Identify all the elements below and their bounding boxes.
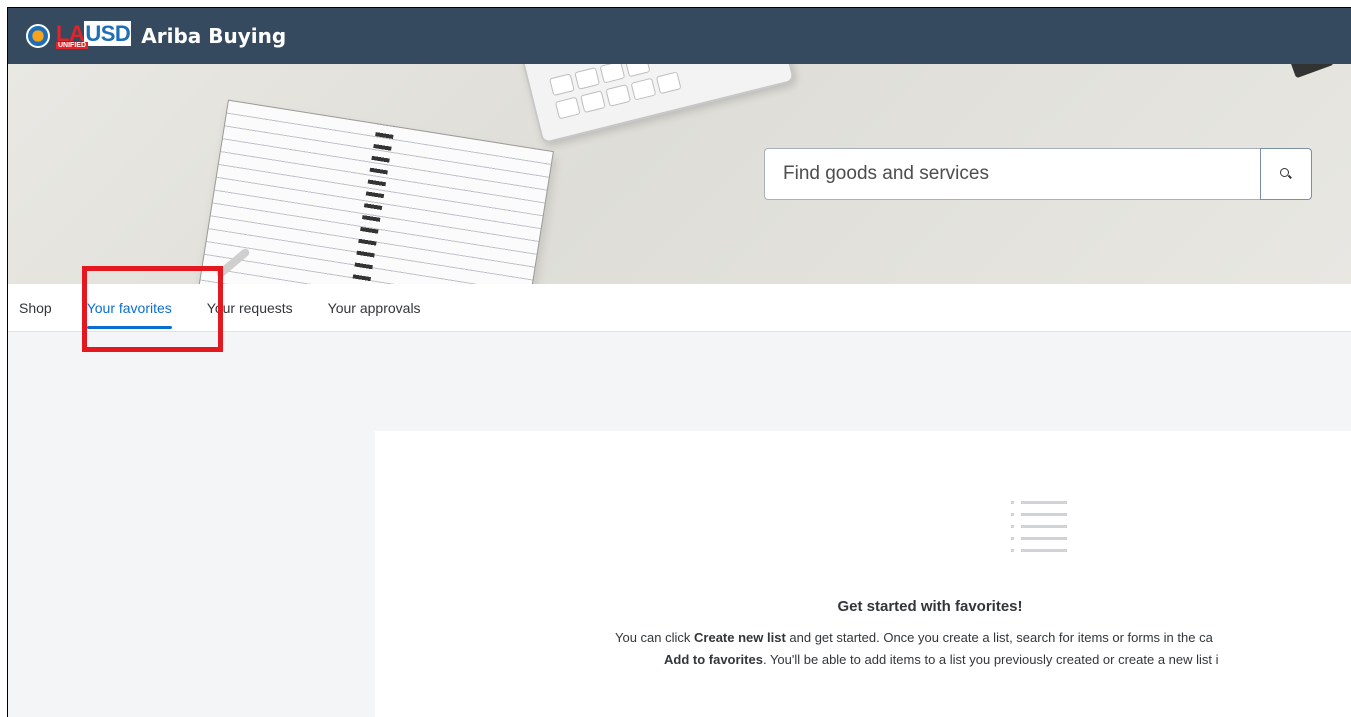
seal-icon	[26, 24, 50, 48]
tab-your-requests[interactable]: Your requests	[207, 284, 293, 332]
search-button[interactable]	[1260, 148, 1312, 200]
keyboard-image	[520, 64, 796, 145]
add-to-favorites-text: Add to favorites	[664, 652, 763, 667]
search-input[interactable]	[764, 148, 1260, 200]
favorites-empty-card: Get started with favorites! You can clic…	[375, 431, 1351, 717]
tab-bar: Shop Your favorites Your requests Your a…	[8, 284, 1351, 332]
logo-subtext: UNIFIED	[56, 42, 88, 49]
empty-state-title: Get started with favorites!	[837, 598, 1023, 615]
hero-banner	[8, 64, 1351, 284]
search-bar	[764, 148, 1312, 200]
app-frame: LAUSD UNIFIED Ariba Buying Find goods an…	[7, 7, 1351, 717]
list-icon	[1011, 501, 1067, 561]
create-new-list-text: Create new list	[694, 630, 786, 645]
lausd-logo[interactable]: LAUSD UNIFIED	[26, 21, 132, 49]
tab-shop[interactable]: Shop	[19, 284, 52, 332]
tab-your-favorites[interactable]: Your favorites	[86, 284, 172, 332]
search-icon	[1280, 168, 1292, 180]
app-title: Ariba Buying	[141, 24, 287, 48]
top-bar: LAUSD UNIFIED Ariba Buying	[8, 8, 1351, 64]
tab-your-approvals[interactable]: Your approvals	[328, 284, 421, 332]
empty-state-description: You can click Create new list and get st…	[615, 630, 1219, 667]
